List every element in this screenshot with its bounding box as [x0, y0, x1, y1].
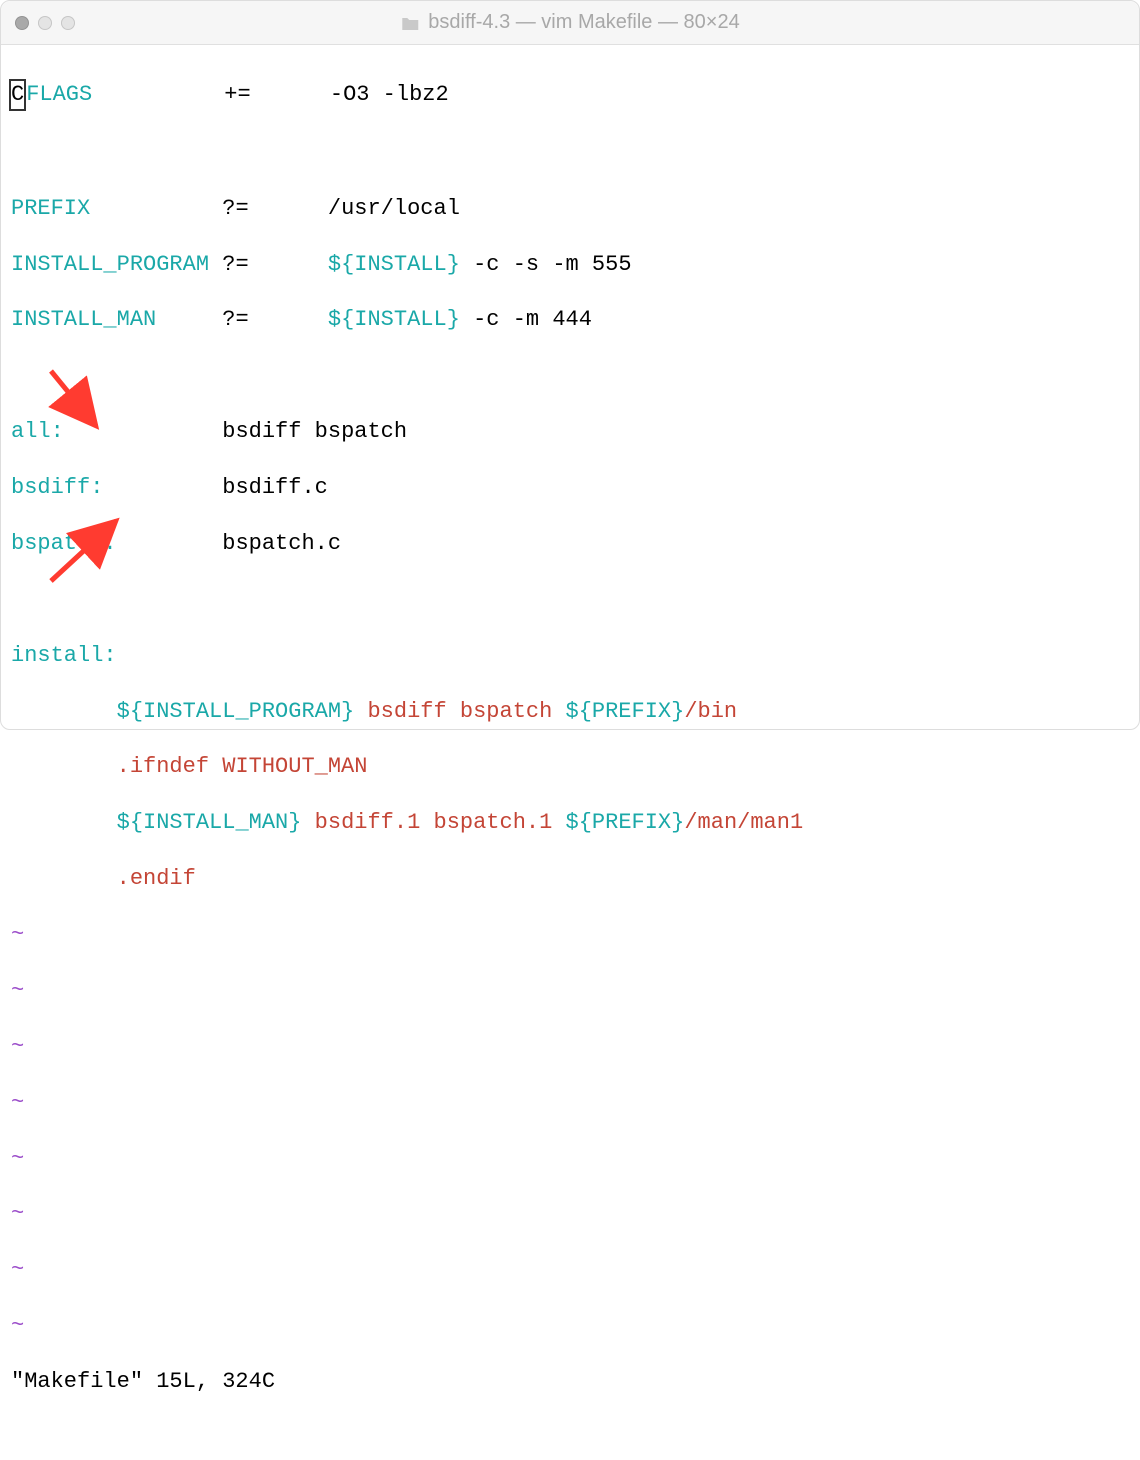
title-text: bsdiff-4.3 — vim Makefile — 80×24 [428, 11, 739, 34]
empty-line-tilde: ~ [11, 1256, 1129, 1284]
window-title: bsdiff-4.3 — vim Makefile — 80×24 [400, 11, 739, 34]
code-line [11, 586, 1129, 614]
code-line: CFLAGS += -O3 -lbz2 [11, 79, 1129, 111]
empty-line-tilde: ~ [11, 1312, 1129, 1340]
empty-line-tilde: ~ [11, 1033, 1129, 1061]
traffic-lights [15, 16, 75, 30]
code-line: INSTALL_MAN ?= ${INSTALL} -c -m 444 [11, 306, 1129, 334]
code-line: .ifndef WITHOUT_MAN [11, 753, 1129, 781]
empty-line-tilde: ~ [11, 1145, 1129, 1173]
code-line: .endif [11, 865, 1129, 893]
code-line: ${INSTALL_PROGRAM} bsdiff bspatch ${PREF… [11, 698, 1129, 726]
terminal-content[interactable]: CFLAGS += -O3 -lbz2 PREFIX ?= /usr/local… [1, 45, 1139, 1460]
maximize-button[interactable] [61, 16, 75, 30]
code-line [11, 139, 1129, 167]
code-line: install: [11, 642, 1129, 670]
minimize-button[interactable] [38, 16, 52, 30]
code-line: all: bsdiff bspatch [11, 418, 1129, 446]
empty-line-tilde: ~ [11, 1200, 1129, 1228]
code-line: bsdiff: bsdiff.c [11, 474, 1129, 502]
empty-line-tilde: ~ [11, 977, 1129, 1005]
empty-line-tilde: ~ [11, 921, 1129, 949]
close-button[interactable] [15, 16, 29, 30]
empty-line-tilde: ~ [11, 1089, 1129, 1117]
code-line [11, 362, 1129, 390]
code-line: ${INSTALL_MAN} bsdiff.1 bspatch.1 ${PREF… [11, 809, 1129, 837]
window-titlebar: bsdiff-4.3 — vim Makefile — 80×24 [1, 1, 1139, 45]
code-line: bspatch: bspatch.c [11, 530, 1129, 558]
folder-icon [400, 15, 420, 31]
status-line: "Makefile" 15L, 324C [11, 1368, 1129, 1396]
code-line: PREFIX ?= /usr/local [11, 195, 1129, 223]
cursor: C [9, 79, 26, 111]
code-line: INSTALL_PROGRAM ?= ${INSTALL} -c -s -m 5… [11, 251, 1129, 279]
